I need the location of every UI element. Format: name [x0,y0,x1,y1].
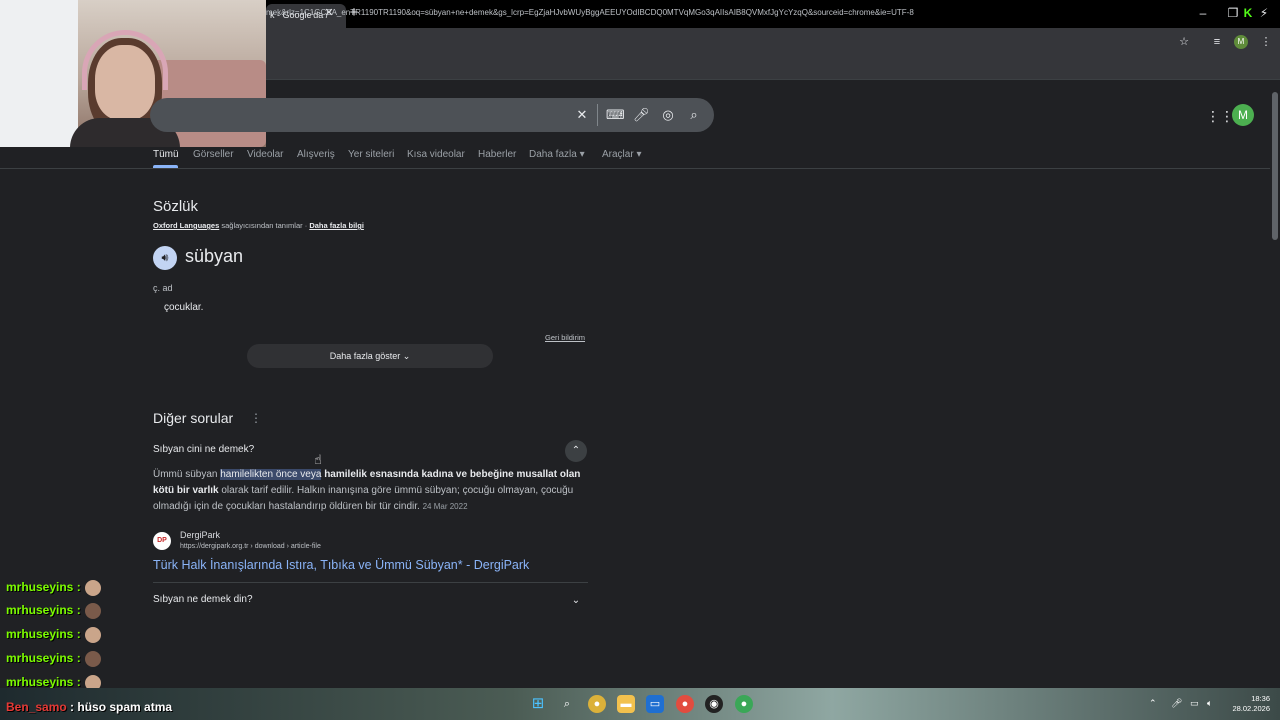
apps-grid-icon[interactable]: ⋮⋮ [1206,108,1234,124]
chat-username: mrhuseyins : [6,627,81,642]
chat-line: mrhuseyins : [6,580,101,600]
clock-date: 28.02.2026 [1232,704,1270,713]
chat-username: mrhuseyins : [6,580,81,595]
media-queue-icon[interactable]: ≡ [1208,33,1226,51]
tray-network-icon[interactable]: ▭ [1190,698,1199,709]
chat-username: mrhuseyins : [6,603,81,618]
scrollbar-thumb[interactable] [1272,92,1278,240]
nav-separator [0,168,1270,169]
chat-message: : hüso spam atma [66,700,173,714]
chevron-down-icon[interactable]: ⌄ [565,590,587,612]
keyboard-icon[interactable]: ⌨ [606,107,625,123]
emote-icon [84,627,101,643]
tray-volume-icon[interactable]: 🔈︎ [1207,698,1212,709]
question-1[interactable]: Sıbyan cini ne demek? [153,444,254,455]
dictionary-provider: Oxford Languages sağlayıcısından tanımla… [153,221,364,230]
emote-icon [84,603,101,619]
more-info-link[interactable]: Daha fazla bilgi [309,221,364,230]
obs-panel-icon[interactable]: ▭ [646,695,664,713]
search-divider [597,104,598,126]
search-input[interactable] [150,98,714,132]
microphone-icon[interactable]: 🎤︎ [633,107,650,123]
tab-images[interactable]: Görseller [193,149,234,160]
bookmark-star-icon[interactable]: ☆ [1175,33,1193,51]
webcam-window [0,0,78,147]
tab-all[interactable]: Tümü [153,149,179,160]
question-separator [153,582,588,583]
source-name[interactable]: DergiPark [180,530,220,540]
oxford-link[interactable]: Oxford Languages [153,221,219,230]
dergipark-logo-icon: DP [153,532,171,550]
windows-start-icon[interactable]: ⊞ [529,695,547,713]
chat-line-last: Ben_samo : hüso spam atma [6,700,172,714]
profile-icon[interactable]: M [1234,35,1248,49]
taskbar-clock[interactable]: 18:36 28.02.2026 [1230,694,1270,714]
chrome-profile-icon[interactable]: ● [676,695,694,713]
tab-videos[interactable]: Videolar [247,149,284,160]
tab-news[interactable]: Haberler [478,149,516,160]
kick-logo-icon: K [1243,6,1253,20]
taskbar-search-icon[interactable]: ⌕ [558,695,576,713]
tab-shopping[interactable]: Alışveriş [297,149,335,160]
show-more-button[interactable]: Daha fazla göster ⌄ [247,344,493,368]
source-url[interactable]: https://dergipark.org.tr › download › ar… [180,543,321,550]
address-bar-url[interactable]: mek&rlz=1C1GCEA_enTR1190TR1190&oq=sübyan… [266,8,1166,17]
dictionary-word: sübyan [185,246,244,266]
chevron-up-icon[interactable]: ⌃ [565,440,587,462]
restore-icon[interactable]: ❐ [1226,4,1240,22]
definition: çocuklar. [164,302,204,313]
chrome-icon-2[interactable]: ● [735,695,753,713]
chat-line: mrhuseyins : [6,603,101,623]
tab-short-videos[interactable]: Kısa videolar [407,149,465,160]
answer-text: Ümmü sübyan hamilelikten önce veya hamil… [153,467,588,515]
chat-username: Ben_samo [6,700,67,714]
extension-icon[interactable]: ⚡ [1257,4,1271,22]
address-bar-row [266,28,1280,56]
taskbar [0,688,1280,720]
emote-icon [84,580,101,596]
file-explorer-icon[interactable]: ▬ [617,695,635,713]
webcam-headset [82,30,168,90]
obs-icon[interactable]: ◉ [705,695,723,713]
tab-tools[interactable]: Araçlar ▾ [602,149,641,160]
tab-more[interactable]: Daha fazla ▾ [529,149,585,160]
question-2[interactable]: Sıbyan ne demek din? [153,594,253,605]
search-icon[interactable]: ⌕ [686,107,702,123]
dictionary-heading: Sözlük [153,198,199,215]
chat-line: mrhuseyins : [6,651,101,671]
chat-username: mrhuseyins : [6,651,81,666]
feedback-link[interactable]: Geri bildirim [545,333,585,342]
menu-icon[interactable]: ⋮ [1257,33,1275,51]
more-options-icon[interactable]: ⋮ [250,411,262,425]
minimize-icon[interactable]: – [1196,4,1210,22]
answer-highlight: hamilelikten önce veya [220,469,322,480]
clock-time: 18:36 [1251,694,1270,703]
speaker-icon[interactable]: 🔊︎ [153,246,177,270]
tab-places[interactable]: Yer siteleri [348,149,394,160]
part-of-speech: ç. ad [153,283,173,293]
tray-chevron-icon[interactable]: ⌃ [1149,698,1157,709]
provider-text: sağlayıcısından tanımlar · [219,221,310,230]
clear-icon[interactable]: ✕ [574,107,590,123]
lens-icon[interactable]: ◎ [660,107,676,123]
tray-mic-icon[interactable]: 🎤︎ [1171,698,1182,709]
result-title-link[interactable]: Türk Halk İnanışlarında Istıra, Tıbıka v… [153,558,529,572]
bookmark-bar [266,56,1280,80]
other-questions-heading: Diğer sorular [153,410,234,426]
answer-part: Ümmü sübyan [153,469,221,480]
chrome-icon[interactable]: ● [588,695,606,713]
chat-line: mrhuseyins : [6,627,101,647]
answer-date: 24 Mar 2022 [422,502,468,511]
avatar[interactable]: M [1232,104,1254,126]
mouse-cursor-icon: ☝︎ [314,452,322,467]
emote-icon [84,651,101,667]
